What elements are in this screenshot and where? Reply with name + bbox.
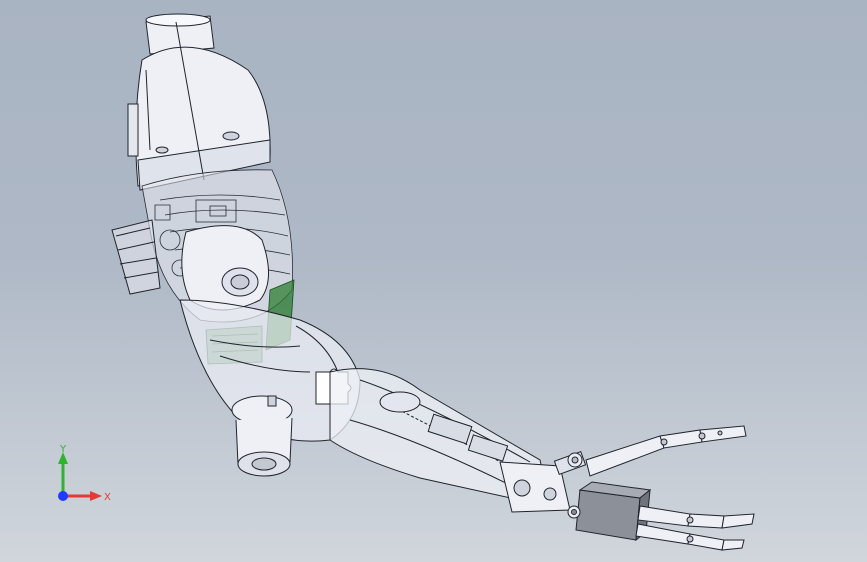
shoulder-cap[interactable] xyxy=(127,13,271,191)
finger-upper[interactable] xyxy=(585,425,747,477)
robot-arm-model[interactable] xyxy=(0,0,867,562)
side-bracket[interactable] xyxy=(111,219,161,295)
finger-lower[interactable] xyxy=(635,505,755,551)
x-axis-label: X xyxy=(104,492,111,503)
reference-triad: Y X xyxy=(58,444,111,503)
z-axis-icon xyxy=(58,491,68,501)
x-arrow-icon xyxy=(90,491,102,501)
cad-graphics-area[interactable]: Y X xyxy=(0,0,867,562)
y-axis-label: Y xyxy=(59,444,67,455)
elbow-output-cylinder[interactable] xyxy=(231,395,293,477)
elbow-motor-housing[interactable] xyxy=(181,225,270,311)
